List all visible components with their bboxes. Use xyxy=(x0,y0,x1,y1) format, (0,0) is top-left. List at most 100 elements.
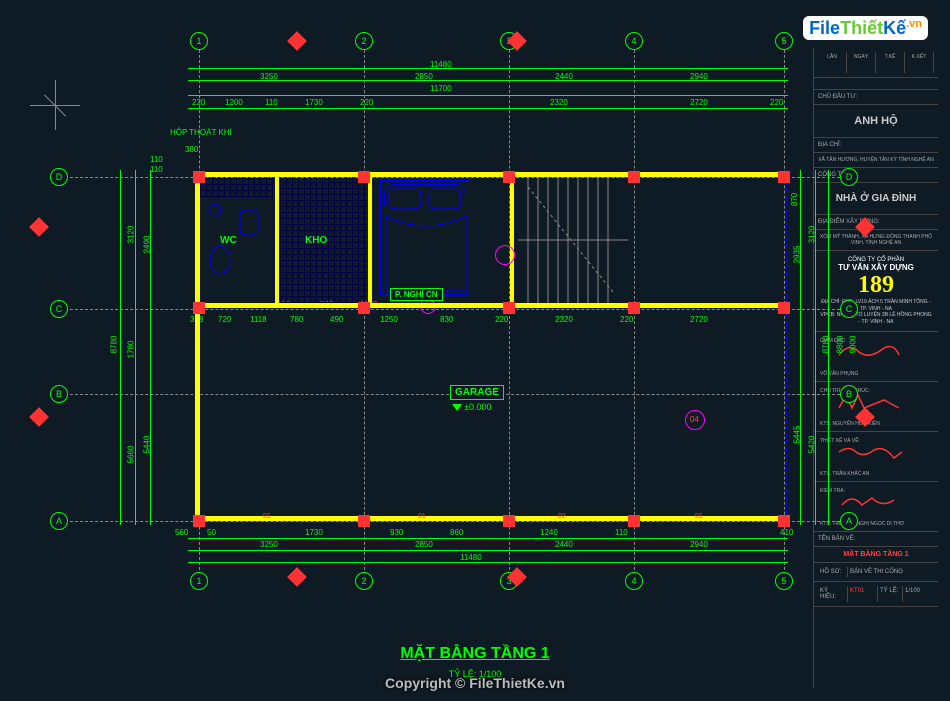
dim-b-s0: 560 xyxy=(175,528,188,537)
dim-r-s0: 870 xyxy=(790,193,799,206)
wm-thiet: Thiết xyxy=(840,18,883,38)
signature-director: GIÁM ĐỐC: VÕ VĂN PHỤNG xyxy=(814,332,938,382)
copyright-text: Copyright © FileThietKe.vn xyxy=(385,675,565,691)
dim-ik5: 1250 xyxy=(380,315,398,324)
dim-sub-5: 2320 xyxy=(550,98,568,107)
dim-ik9: 220 xyxy=(620,315,633,324)
owner-label: CHỦ ĐẦU TƯ: xyxy=(814,90,938,105)
wall-wc-kho xyxy=(275,172,279,305)
dim-sub-2: 110 xyxy=(265,98,278,107)
dim-left-r1: 5440 xyxy=(142,436,151,454)
hatch-wc-top xyxy=(200,177,273,197)
drawing-name: MẶT BẰNG TẦNG 1 xyxy=(814,547,938,563)
dim-left-s1: 1780 xyxy=(126,341,135,359)
phase-row: HỒ SƠ: BẢN VẼ THI CÔNG xyxy=(814,563,938,582)
column xyxy=(628,302,640,314)
drawing-title: MẶT BẰNG TẦNG 1 xyxy=(400,645,549,663)
dim-line-bot2 xyxy=(188,550,788,551)
dim-ls1: 110 xyxy=(150,165,163,174)
dim-b-c0: 3250 xyxy=(260,540,278,549)
code-row: KÝ HIỆU: KT01 TỶ LỆ: 1/100 xyxy=(814,582,938,607)
wall-kho-pn xyxy=(368,172,372,305)
dim-line-left3 xyxy=(150,170,151,525)
project-label: CÔNG TRÌNH: xyxy=(814,168,938,183)
company-block: CÔNG TY CỔ PHẦN TƯ VẤN XÂY DỰNG 189 ĐỊA … xyxy=(814,251,938,332)
wall-tag-01c: 01 xyxy=(695,513,703,520)
grid-bubble-2-bot: 2 xyxy=(355,572,373,590)
label-garage: GARAGE xyxy=(450,385,504,400)
column xyxy=(628,171,640,183)
dim-r-r1: 5420 xyxy=(807,436,816,454)
dim-r-s1: 2935 xyxy=(792,246,801,264)
dim-ik7: 220 xyxy=(495,315,508,324)
detail-04: 04 xyxy=(690,415,699,424)
column xyxy=(193,302,205,314)
grid-line-c xyxy=(70,309,840,310)
site-label: ĐỊA ĐIỂM XÂY DỰNG: xyxy=(814,215,938,230)
dim-left-s0: 2490 xyxy=(142,236,151,254)
column xyxy=(778,171,790,183)
column xyxy=(503,302,515,314)
wall-pn-stair xyxy=(510,172,514,305)
column xyxy=(358,302,370,314)
dim-b-s7: 410 xyxy=(780,528,793,537)
grid-line-d xyxy=(70,177,840,178)
dim-b-c1: 2850 xyxy=(415,540,433,549)
column xyxy=(358,515,370,527)
label-kho: KHO xyxy=(305,235,327,246)
dim-sub-4: 220 xyxy=(360,98,373,107)
dim-sub-1: 1200 xyxy=(225,98,243,107)
grid-line-a xyxy=(70,521,840,522)
dim-line-left1 xyxy=(120,170,121,525)
grid-bubble-b-right: B xyxy=(840,385,858,403)
addr-text: XÃ TÂN HƯƠNG, HUYỆN TÂN KỲ TỈNH NGHỆ AN xyxy=(814,153,938,168)
grid-bubble-2-top: 2 xyxy=(355,32,373,50)
dim-b-s3: 930 xyxy=(390,528,403,537)
grid-bubble-d-right: D xyxy=(840,168,858,186)
dim-top-inner: 11700 xyxy=(430,84,452,93)
dim-sub-7: 220 xyxy=(770,98,783,107)
dim-line-top4 xyxy=(188,108,788,109)
grid-bubble-5-top: 5 xyxy=(775,32,793,50)
signature-designer: THIẾT KẾ VÀ VẼ: KTS. TRẦN KHẮC AN xyxy=(814,432,938,482)
wall-mid xyxy=(195,303,790,308)
wall-east-dashed xyxy=(785,172,788,521)
wall-west xyxy=(195,172,200,521)
dim-b-s5: 1240 xyxy=(540,528,558,537)
grid-bubble-1-bot: 1 xyxy=(190,572,208,590)
site-text: XÓM MỸ THÀNH, XÃ HƯNG ĐÔNG THÀNH PHỐ VIN… xyxy=(814,230,938,251)
addr-label: ĐỊA CHỈ: xyxy=(814,138,938,153)
dim-line-top1 xyxy=(188,68,788,69)
wall-tag-01a: 01 xyxy=(263,513,271,520)
column xyxy=(193,515,205,527)
dim-sub-6: 2720 xyxy=(690,98,708,107)
grid-bubble-c-left: C xyxy=(50,300,68,318)
section-mark-top xyxy=(287,31,307,51)
dim-b-s4: 860 xyxy=(450,528,463,537)
wm-vn: .vn xyxy=(906,18,922,30)
note-hop: HỘP THOÁT KHÍ xyxy=(170,128,232,137)
dim-ik6: 830 xyxy=(440,315,453,324)
dim-ik1: 720 xyxy=(218,315,231,324)
dim-ls2: 380 xyxy=(185,145,198,154)
dim-sub-0: 220 xyxy=(192,98,205,107)
owner-name: ANH HỘ xyxy=(814,105,938,138)
column xyxy=(628,515,640,527)
level-mark: ±0.000 xyxy=(452,402,491,412)
dim-line-right1 xyxy=(800,170,801,525)
dim-b-s2: 1730 xyxy=(305,528,323,537)
section-mark-bot xyxy=(287,567,307,587)
crosshair-cursor xyxy=(30,80,80,130)
dim-left-total: 8780 xyxy=(109,336,118,354)
dim-line-top3 xyxy=(188,95,788,96)
dim-ik10: 2720 xyxy=(690,315,708,324)
column xyxy=(358,171,370,183)
dim-b-s1: 50 xyxy=(207,528,216,537)
grid-bubble-a-right: A xyxy=(840,512,858,530)
wm-ke: Kế xyxy=(883,18,906,38)
dim-ik4: 490 xyxy=(330,315,343,324)
dim-r-r0: 3120 xyxy=(807,226,816,244)
dim-left-ov: 5660 xyxy=(126,446,135,464)
dim-b-s6: 110 xyxy=(615,528,628,537)
dim-sub-3: 1730 xyxy=(305,98,323,107)
